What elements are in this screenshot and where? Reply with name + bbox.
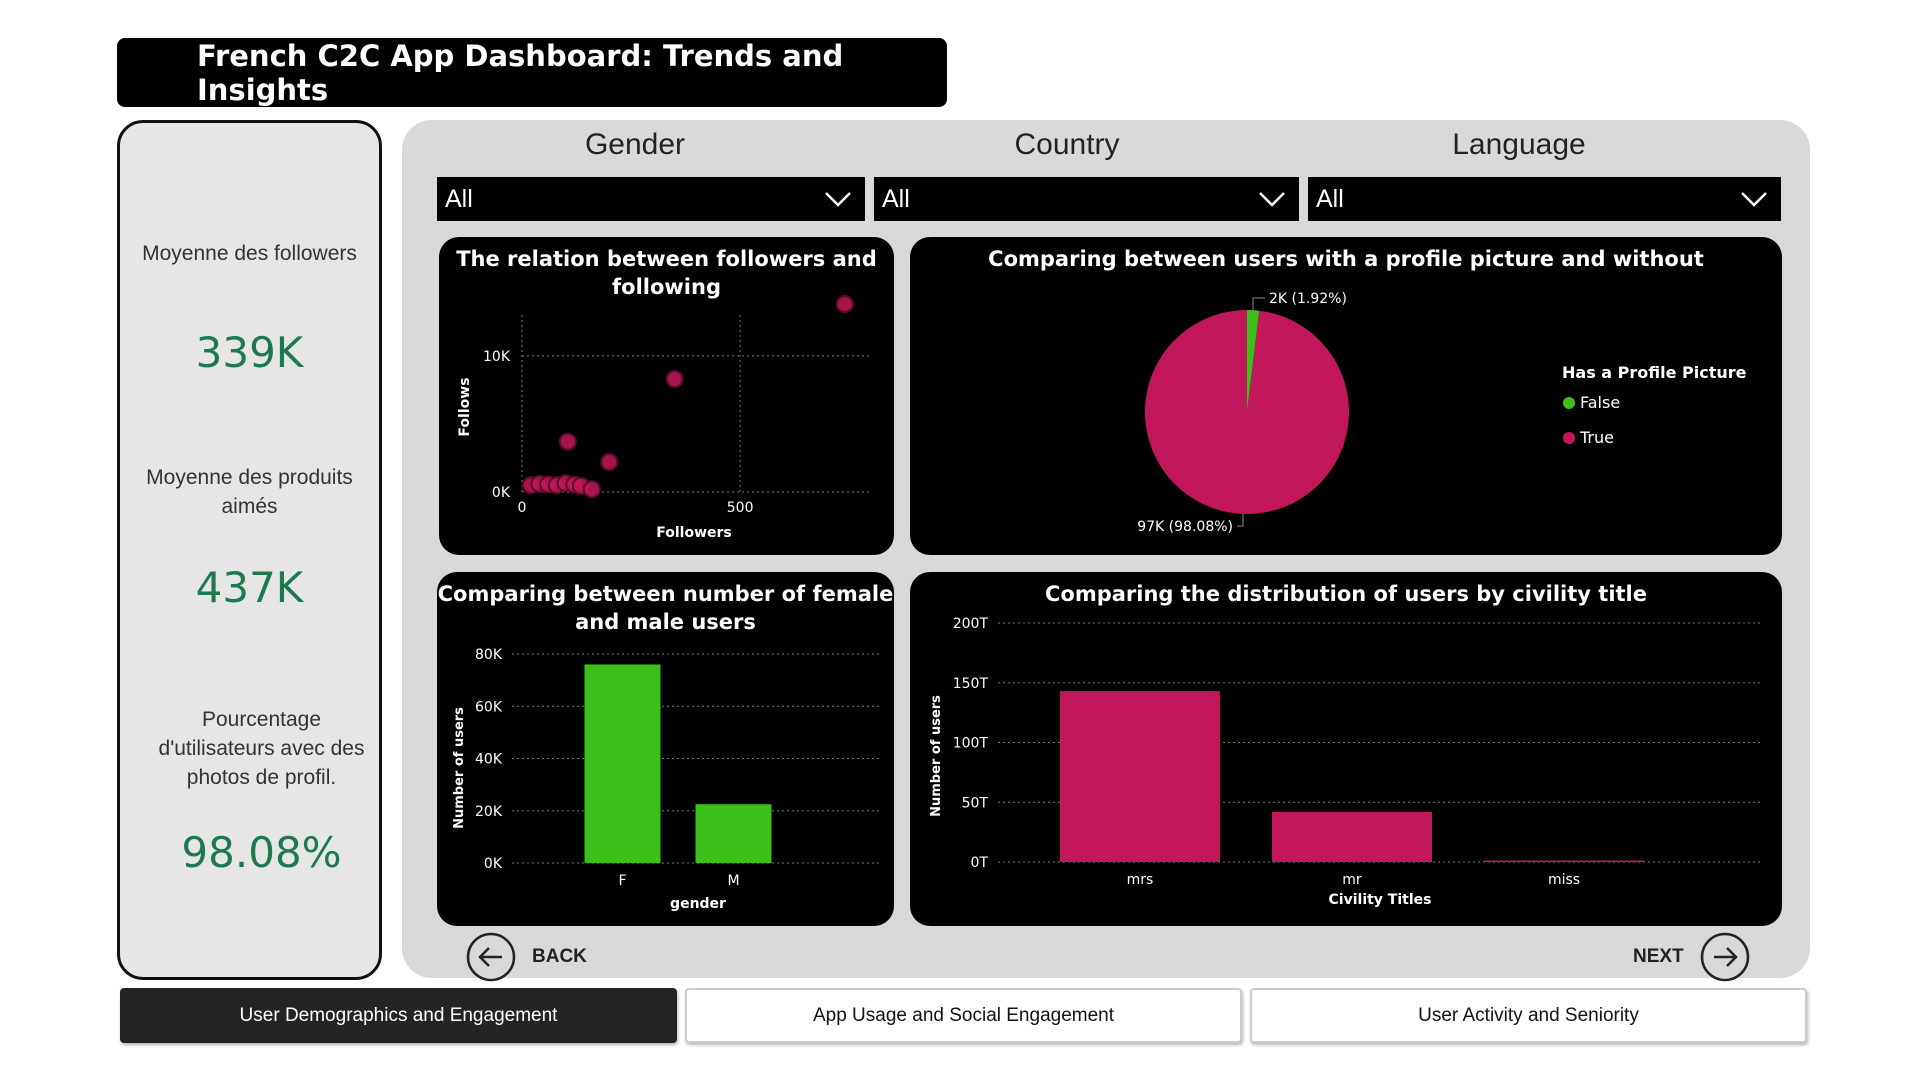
bar xyxy=(584,664,661,863)
y-tick-label: 80K xyxy=(475,647,503,663)
tab-user-demographics[interactable]: User Demographics and Engagement xyxy=(120,988,677,1043)
pie-chart: 2K (1.92%) 97K (98.08%) Has a Profile Pict… xyxy=(1137,291,1747,535)
x-tick-label: mr xyxy=(1342,872,1362,888)
slicer-gender-title: Gender xyxy=(584,128,686,161)
slicer-country-dropdown[interactable]: All xyxy=(874,177,1299,221)
y-axis-label: Follows xyxy=(457,377,473,436)
slicer-country-title: Country xyxy=(1014,128,1120,161)
back-label: BACK xyxy=(532,946,587,967)
arrow-left-icon xyxy=(466,932,516,982)
y-tick-label: 40K xyxy=(475,752,503,768)
tab-app-usage[interactable]: App Usage and Social Engagement xyxy=(685,988,1242,1043)
y-tick-label: 100T xyxy=(953,736,989,752)
arrow-right-icon xyxy=(1700,932,1749,982)
gender-bar-chart: 0K 20K 40K 60K 80K F Mgender Number of users xyxy=(452,647,879,912)
kpi-photo-value: 98.08% xyxy=(181,828,342,877)
next-label: NEXT xyxy=(1633,946,1684,967)
x-tick-label: F xyxy=(618,873,626,889)
legend-marker xyxy=(1563,397,1575,409)
next-button[interactable]: NEXT xyxy=(1633,932,1750,982)
y-tick-label: 60K xyxy=(475,699,503,715)
dashboard-title: French C2C App Dashboard: Trends and Ins… xyxy=(117,38,947,107)
civility-bar-chart: 0T 50T 100T 150T 200T mrs mr miss Civility Title… xyxy=(929,616,1760,908)
scatter-chart-card: The relation between followers and follo… xyxy=(439,237,894,555)
slicer-language-value: All xyxy=(1316,184,1344,213)
x-axis-label: Followers xyxy=(656,525,732,541)
main-panel: Gender Country Language All All All The … xyxy=(402,120,1810,982)
gender-bar-card: Comparing between number of female and m… xyxy=(437,572,894,926)
kpi-photo-label-line2: d'utilisateurs avec des xyxy=(158,737,365,760)
kpi-panel: Moyenne des followers 339K Moyenne des p… xyxy=(117,120,382,980)
slicer-language-dropdown[interactable]: All xyxy=(1308,177,1781,221)
pie-data-label: 97K (98.08%) xyxy=(1137,519,1233,535)
scatter-point xyxy=(665,369,684,388)
chevron-down-icon xyxy=(825,192,851,207)
kpi-liked-label-line2: aimés xyxy=(221,495,278,518)
legend-label: True xyxy=(1579,428,1614,447)
chevron-down-icon xyxy=(1741,192,1767,207)
x-tick-label: miss xyxy=(1548,872,1580,888)
tab-user-activity[interactable]: User Activity and Seniority xyxy=(1250,988,1807,1043)
y-tick-label: 0T xyxy=(971,855,989,871)
scatter-point xyxy=(558,432,577,451)
x-axis-label: gender xyxy=(670,896,726,912)
kpi-photo-label-line1: Pourcentage xyxy=(201,708,322,731)
y-tick-label: 50T xyxy=(962,795,989,811)
pie-data-label: 2K (1.92%) xyxy=(1269,291,1347,307)
y-tick-label: 20K xyxy=(475,804,503,820)
slicer-country-value: All xyxy=(882,184,910,213)
kpi-followers-value: 339K xyxy=(195,328,304,377)
civility-bar-card: Comparing the distribution of users by c… xyxy=(910,572,1782,926)
chevron-down-icon xyxy=(1259,192,1285,207)
legend-title: Has a Profile Picture xyxy=(1562,363,1747,382)
y-tick-label: 150T xyxy=(953,676,989,692)
scatter-point xyxy=(835,295,854,314)
scatter-point xyxy=(600,453,619,472)
y-axis-label: Number of users xyxy=(929,695,944,817)
kpi-followers-label: Moyenne des followers xyxy=(142,242,357,265)
y-tick-label: 0K xyxy=(484,856,503,872)
scatter-point xyxy=(582,480,601,499)
kpi-photo-label-line3: photos de profil. xyxy=(186,766,337,789)
x-axis-label: Civility Titles xyxy=(1329,892,1432,908)
x-tick-label: M xyxy=(727,873,739,889)
bar xyxy=(1060,691,1220,862)
y-axis-label: Number of users xyxy=(452,707,467,829)
x-tick-label: mrs xyxy=(1127,872,1154,888)
slicer-language-title: Language xyxy=(1452,128,1586,161)
bar xyxy=(1272,811,1432,862)
slicer-gender-value: All xyxy=(445,184,473,213)
kpi-liked-value: 437K xyxy=(195,563,304,612)
back-button[interactable]: BACK xyxy=(466,932,587,982)
x-tick-label: 0 xyxy=(518,500,527,516)
leader-line xyxy=(1237,514,1244,527)
kpi-liked-label-line1: Moyenne des produits xyxy=(146,466,353,489)
pie-chart-card: Comparing between users with a profile p… xyxy=(910,237,1782,555)
x-tick-label: 500 xyxy=(727,500,754,516)
y-tick-label: 0K xyxy=(492,485,511,501)
y-tick-label: 200T xyxy=(953,616,989,632)
y-tick-label: 10K xyxy=(483,349,511,365)
bar xyxy=(1484,860,1644,862)
slicer-gender-dropdown[interactable]: All xyxy=(437,177,865,221)
scatter-plot: 0K 10K 0 500 Followers Follows xyxy=(457,295,871,541)
legend-marker xyxy=(1563,432,1575,444)
legend-label: False xyxy=(1580,393,1620,412)
bar xyxy=(695,804,772,863)
